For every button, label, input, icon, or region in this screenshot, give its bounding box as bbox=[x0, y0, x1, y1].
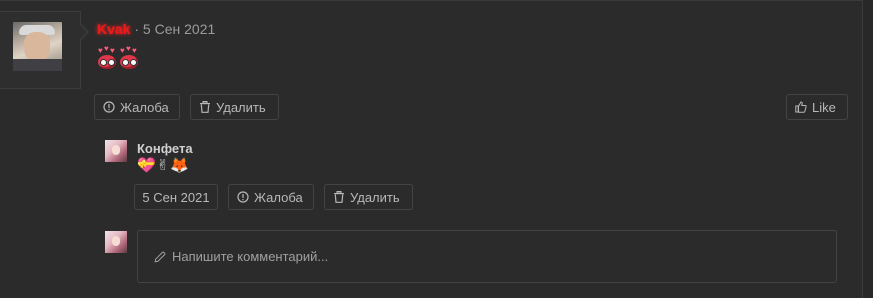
report-label: Жалоба bbox=[120, 99, 169, 115]
reply-delete-button[interactable]: Удалить bbox=[324, 184, 413, 210]
current-user-avatar bbox=[105, 231, 127, 253]
comment-input-box[interactable] bbox=[137, 230, 837, 283]
reply-author-avatar[interactable] bbox=[105, 140, 127, 162]
post-author-name[interactable]: Kvak bbox=[97, 21, 130, 37]
thumbs-up-icon bbox=[795, 101, 807, 113]
trash-icon bbox=[199, 101, 211, 113]
post-avatar-frame bbox=[0, 11, 81, 89]
post-meta: Kvak · 5 Сен 2021 bbox=[97, 21, 215, 37]
post-date[interactable]: 5 Сен 2021 bbox=[143, 21, 215, 37]
like-label: Like bbox=[812, 99, 836, 115]
like-button[interactable]: Like bbox=[786, 94, 848, 120]
meta-separator: · bbox=[134, 21, 140, 37]
post-container: Kvak · 5 Сен 2021 ♥ ♥ ♥ ♥ ♥ ♥ Жалоба Удалить… bbox=[0, 0, 863, 298]
comment-input[interactable] bbox=[172, 249, 772, 264]
love-ball-emote-icon: ♥ ♥ ♥ bbox=[97, 45, 117, 69]
delete-label: Удалить bbox=[216, 99, 266, 115]
reply-report-label: Жалоба bbox=[254, 189, 303, 205]
trash-icon bbox=[333, 191, 345, 203]
reply-date[interactable]: 5 Сен 2021 bbox=[134, 184, 218, 210]
reply-date-label: 5 Сен 2021 bbox=[142, 189, 210, 205]
exclamation-circle-icon bbox=[237, 191, 249, 203]
reply-text: 💝✌🦊 bbox=[137, 157, 190, 174]
reply-author-name[interactable]: Конфета bbox=[137, 141, 193, 156]
post-content: ♥ ♥ ♥ ♥ ♥ ♥ bbox=[97, 45, 141, 77]
exclamation-circle-icon bbox=[103, 101, 115, 113]
report-button[interactable]: Жалоба bbox=[94, 94, 180, 120]
delete-button[interactable]: Удалить bbox=[190, 94, 279, 120]
avatar-pointer bbox=[79, 23, 89, 41]
reply-delete-label: Удалить bbox=[350, 189, 400, 205]
post-author-avatar[interactable] bbox=[13, 22, 62, 71]
reply-report-button[interactable]: Жалоба bbox=[228, 184, 314, 210]
love-ball-emote-icon: ♥ ♥ ♥ bbox=[119, 45, 139, 69]
pencil-icon bbox=[154, 251, 166, 263]
